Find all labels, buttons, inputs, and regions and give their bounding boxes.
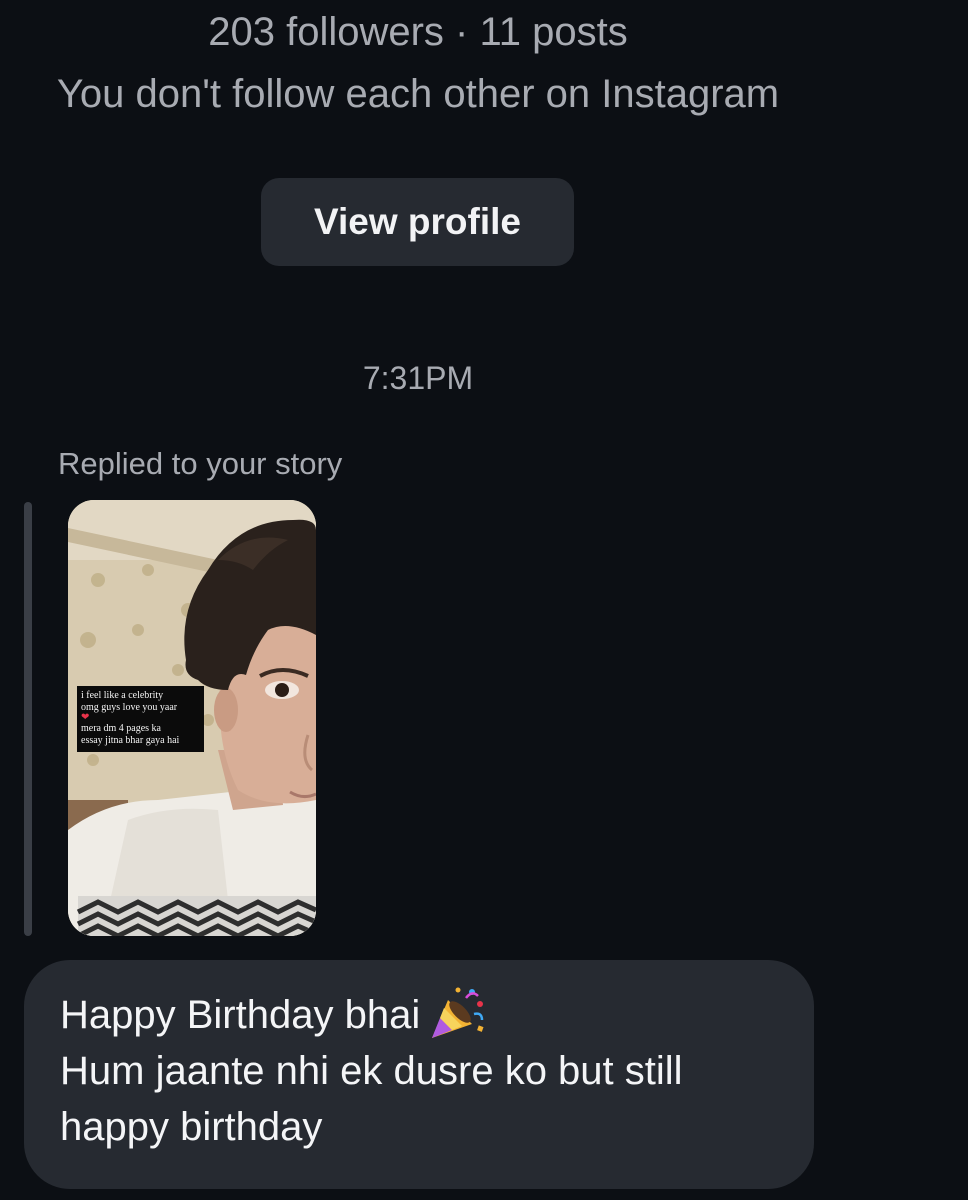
story-caption-line: omg guys love you yaar <box>81 701 178 713</box>
heart-icon: ❤ <box>81 712 90 723</box>
message-text: Happy Birthday bhai <box>60 993 421 1037</box>
message-bubble[interactable]: Happy Birthday bhai Hum jaante nhi ek du… <box>24 960 814 1189</box>
profile-stats: 203 followers · 11 posts <box>208 10 628 54</box>
story-caption-line: mera dm 4 pages ka <box>81 723 161 734</box>
message-line: Happy Birthday bhai <box>60 986 778 1043</box>
reply-indicator-bar <box>24 502 32 936</box>
story-caption: i feel like a celebrity omg guys love yo… <box>77 686 204 752</box>
message-line: happy birthday <box>60 1105 323 1149</box>
view-profile-button[interactable]: View profile <box>261 178 574 266</box>
message-timestamp: 7:31PM <box>362 360 474 396</box>
story-reply-label: Replied to your story <box>58 446 343 481</box>
mutual-follow-note: You don't follow each other on Instagram <box>56 72 780 116</box>
party-popper-icon <box>432 987 484 1038</box>
message-line: Hum jaante nhi ek dusre ko but still <box>60 1049 683 1093</box>
story-caption-line: essay jitna bhar gaya hai <box>81 734 180 746</box>
story-thumbnail[interactable]: i feel like a celebrity omg guys love yo… <box>68 500 316 936</box>
story-caption-line: i feel like a celebrity <box>81 690 164 701</box>
chat-screen: 203 followers · 11 posts You don't follo… <box>0 0 968 1200</box>
